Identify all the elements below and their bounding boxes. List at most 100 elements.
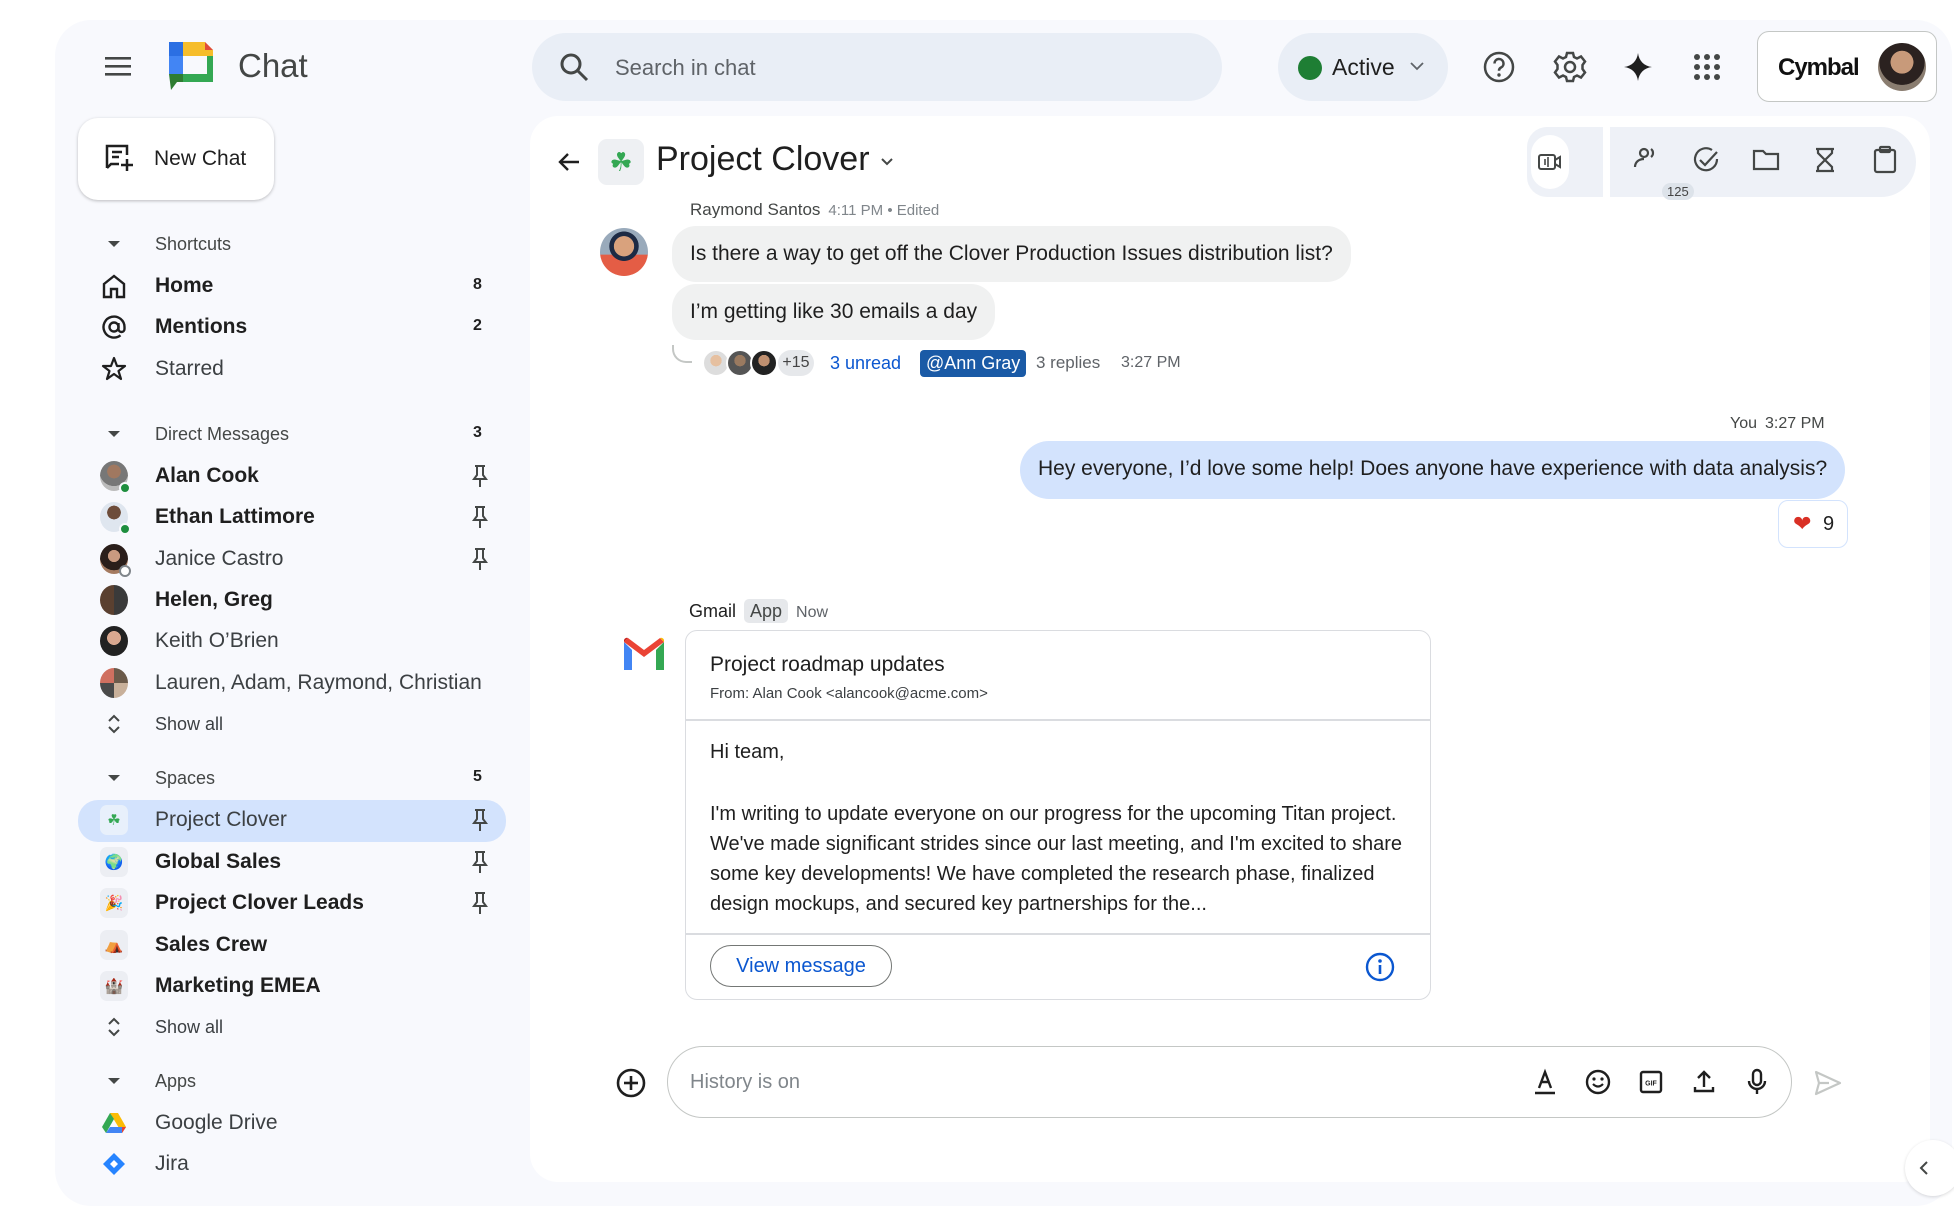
dm-item[interactable]: Janice Castro (78, 539, 506, 579)
email-sender: From: Alan Cook <alancook@acme.com> (710, 685, 988, 702)
search-input[interactable]: Search in chat (532, 33, 1222, 101)
sender-name: You (1730, 415, 1757, 432)
arrow-left-icon (558, 153, 579, 171)
app-badge: App (744, 599, 789, 623)
shortcuts-section-toggle[interactable]: Shortcuts (78, 224, 506, 264)
main-menu-button[interactable] (100, 48, 136, 84)
dm-item[interactable]: Helen, Greg (78, 580, 506, 620)
sidebar-item-label: Jira (155, 1152, 189, 1175)
expand-icon (100, 710, 128, 738)
sidebar-item-label: Helen, Greg (155, 588, 273, 611)
emoji-button[interactable] (1583, 1067, 1613, 1097)
at-icon (100, 313, 128, 341)
reaction-chip[interactable]: ❤ 9 (1778, 500, 1848, 548)
timer-button[interactable] (1810, 145, 1840, 175)
space-item[interactable]: 🏰 Marketing EMEA (78, 966, 506, 1006)
sidebar-item-home[interactable]: Home 8 (78, 266, 506, 306)
message-header: You 3:27 PM (1730, 415, 1825, 433)
home-icon (100, 272, 128, 300)
menu-icon (105, 57, 131, 76)
message-bubble: I’m getting like 30 emails a day (672, 284, 996, 340)
section-label: Spaces (155, 768, 216, 788)
caret-down-icon (100, 1067, 128, 1095)
dm-item[interactable]: Keith O’Brien (78, 621, 506, 661)
unread-count: 2 (473, 317, 482, 334)
section-count: 3 (473, 424, 482, 441)
app-item-jira[interactable]: Jira (78, 1144, 506, 1184)
presence-away-indicator (119, 565, 131, 577)
conversation-title[interactable]: Project Clover (656, 140, 870, 179)
direct-messages-section-toggle[interactable]: Direct Messages 3 (78, 414, 506, 454)
back-button[interactable] (553, 146, 585, 178)
help-button[interactable] (1480, 48, 1518, 86)
add-attachment-button[interactable] (614, 1066, 648, 1100)
sidebar-item-label: Keith O’Brien (155, 629, 279, 652)
dm-item[interactable]: Ethan Lattimore (78, 497, 506, 537)
group-avatar (100, 585, 128, 615)
sender-avatar[interactable] (600, 228, 648, 276)
space-item-project-clover[interactable]: ☘ Project Clover (78, 800, 506, 842)
meet-icon (1538, 154, 1561, 170)
space-item[interactable]: ⛺ Sales Crew (78, 925, 506, 965)
pin-icon (472, 506, 488, 528)
pin-icon (472, 851, 488, 873)
new-chat-button[interactable]: New Chat (78, 118, 274, 200)
apps-grid-icon (1694, 54, 1720, 80)
settings-button[interactable] (1551, 48, 1589, 86)
sidebar-item-mentions[interactable]: Mentions 2 (78, 307, 506, 347)
conversation-menu-button[interactable] (878, 153, 896, 171)
spaces-section-toggle[interactable]: Spaces 5 (78, 758, 506, 798)
pin-icon (472, 465, 488, 487)
upload-icon (1693, 1070, 1715, 1093)
start-meet-button[interactable] (1531, 135, 1569, 189)
mention-chip[interactable]: @Ann Gray (920, 350, 1027, 377)
email-subject: Project roadmap updates (710, 653, 945, 676)
settings-icon (1553, 51, 1587, 83)
space-item[interactable]: 🌍 Global Sales (78, 842, 506, 882)
dm-item[interactable]: Alan Cook (78, 456, 506, 496)
members-count: 125 (1662, 183, 1694, 200)
clipboard-button[interactable] (1870, 145, 1900, 175)
view-message-button[interactable]: View message (710, 945, 892, 987)
gemini-sparkle-icon (1624, 53, 1652, 81)
message-bubble: Is there a way to get off the Clover Pro… (672, 226, 1351, 282)
gif-button[interactable]: GIF (1636, 1067, 1666, 1097)
apps-button[interactable] (1688, 48, 1726, 86)
space-emoji-icon: 🎉 (100, 888, 128, 918)
send-button[interactable] (1811, 1066, 1845, 1100)
sidebar-item-starred[interactable]: Starred (78, 349, 506, 389)
info-button[interactable] (1364, 951, 1396, 983)
status-dropdown[interactable]: Active (1278, 33, 1448, 101)
clipboard-icon (1873, 145, 1897, 174)
gif-icon: GIF (1639, 1070, 1663, 1094)
message-time: Now (796, 604, 829, 621)
pin-icon (472, 548, 488, 570)
members-button[interactable]: 125 (1632, 145, 1694, 200)
message-composer[interactable]: History is on GIF (667, 1046, 1792, 1118)
dm-show-all-button[interactable]: Show all (78, 704, 506, 744)
new-chat-icon (105, 144, 133, 171)
tasks-button[interactable] (1691, 145, 1721, 175)
account-switcher[interactable]: Cymbal (1757, 31, 1937, 102)
spaces-show-all-button[interactable]: Show all (78, 1007, 506, 1047)
app-item-google-drive[interactable]: Google Drive (78, 1103, 506, 1143)
apps-section-toggle[interactable]: Apps (78, 1061, 506, 1101)
space-emoji-icon: ☘ (100, 805, 128, 835)
dm-item[interactable]: Lauren, Adam, Raymond, Christian (78, 663, 506, 703)
upload-button[interactable] (1689, 1067, 1719, 1097)
reaction-count: 9 (1823, 513, 1835, 535)
email-greeting: Hi team, (710, 741, 785, 763)
gemini-button[interactable] (1619, 48, 1657, 86)
sidebar-item-label: Janice Castro (155, 547, 284, 570)
pin-icon (472, 809, 488, 831)
thread-summary[interactable]: +15 3 unread @Ann Gray 3 replies 3:27 PM (672, 345, 1232, 381)
star-icon (100, 355, 128, 383)
format-text-button[interactable] (1530, 1067, 1560, 1097)
collapse-side-panel-button[interactable] (1905, 1140, 1954, 1196)
space-item[interactable]: 🎉 Project Clover Leads (78, 883, 506, 923)
files-button[interactable] (1751, 145, 1781, 175)
voice-input-button[interactable] (1742, 1067, 1772, 1097)
caret-down-icon (100, 764, 128, 792)
format-text-icon (1535, 1068, 1555, 1095)
thread-unread-link[interactable]: 3 unread (830, 353, 901, 374)
